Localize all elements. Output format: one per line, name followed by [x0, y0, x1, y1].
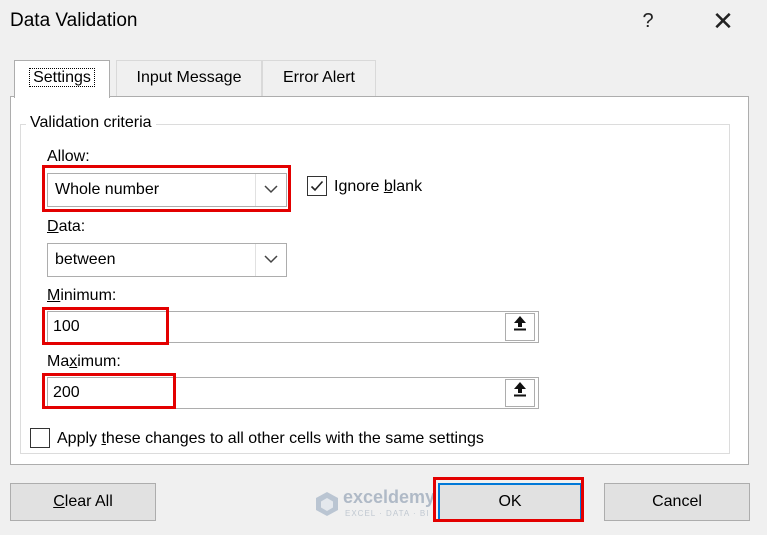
watermark-name: exceldemy	[343, 487, 436, 507]
minimum-label-post: inimum:	[60, 287, 117, 304]
clear-all-label-post: lear All	[64, 493, 113, 510]
ignore-blank-label-post: lank	[392, 178, 423, 195]
apply-all-label[interactable]: Apply these changes to all other cells w…	[57, 430, 484, 448]
maximum-label-post: imum:	[77, 353, 121, 370]
ignore-blank-label-pre: Ignore	[334, 178, 384, 195]
allow-label: Allow:	[47, 148, 90, 165]
cancel-button[interactable]: Cancel	[604, 483, 750, 521]
close-button[interactable]: ✕	[708, 6, 738, 37]
collapse-dialog-icon	[514, 382, 526, 397]
dialog-title: Data Validation	[10, 10, 138, 31]
allow-dropdown[interactable]: Whole number	[47, 173, 287, 207]
tab-settings-label: Settings	[29, 68, 95, 87]
tab-input-message-label: Input Message	[136, 69, 242, 86]
apply-all-label-post: hese changes to all other cells with the…	[105, 430, 484, 447]
minimum-label: Minimum:	[47, 287, 116, 305]
maximum-ref-button[interactable]	[505, 379, 535, 407]
watermark-sub: EXCEL · DATA · BI	[345, 509, 430, 518]
clear-all-label-key: C	[53, 493, 65, 510]
tab-error-alert[interactable]: Error Alert	[262, 60, 376, 96]
apply-all-checkbox[interactable]	[30, 428, 50, 448]
minimum-ref-button[interactable]	[505, 313, 535, 341]
chevron-down-icon[interactable]	[255, 174, 286, 206]
apply-all-label-pre: Apply	[57, 430, 102, 447]
data-dropdown[interactable]: between	[47, 243, 287, 277]
maximum-label-pre: Ma	[47, 353, 70, 370]
checkmark-icon	[310, 180, 324, 192]
maximum-label: Maximum:	[47, 353, 121, 371]
data-value: between	[55, 251, 116, 268]
clear-all-button[interactable]: Clear All	[10, 483, 156, 521]
ignore-blank-checkbox[interactable]	[307, 176, 327, 196]
data-label-key: D	[47, 218, 59, 235]
validation-criteria-label: Validation criteria	[26, 114, 156, 132]
chevron-down-icon[interactable]	[255, 244, 286, 276]
data-label: Data:	[47, 218, 85, 236]
maximum-input[interactable]: 200	[47, 377, 539, 409]
tab-settings[interactable]: Settings	[14, 60, 110, 98]
tab-input-message[interactable]: Input Message	[116, 60, 262, 96]
minimum-input[interactable]: 100	[47, 311, 539, 343]
collapse-dialog-icon	[514, 316, 526, 331]
minimum-label-key: M	[47, 287, 61, 304]
exceldemy-logo-icon	[316, 492, 338, 516]
allow-value: Whole number	[55, 181, 160, 198]
ignore-blank-label-key: b	[383, 178, 393, 195]
ignore-blank-label[interactable]: Ignore blank	[334, 178, 422, 196]
tab-error-alert-label: Error Alert	[282, 69, 355, 86]
data-label-post: ata:	[58, 218, 86, 235]
ok-button[interactable]: OK	[438, 483, 582, 521]
help-button[interactable]: ?	[636, 10, 660, 33]
